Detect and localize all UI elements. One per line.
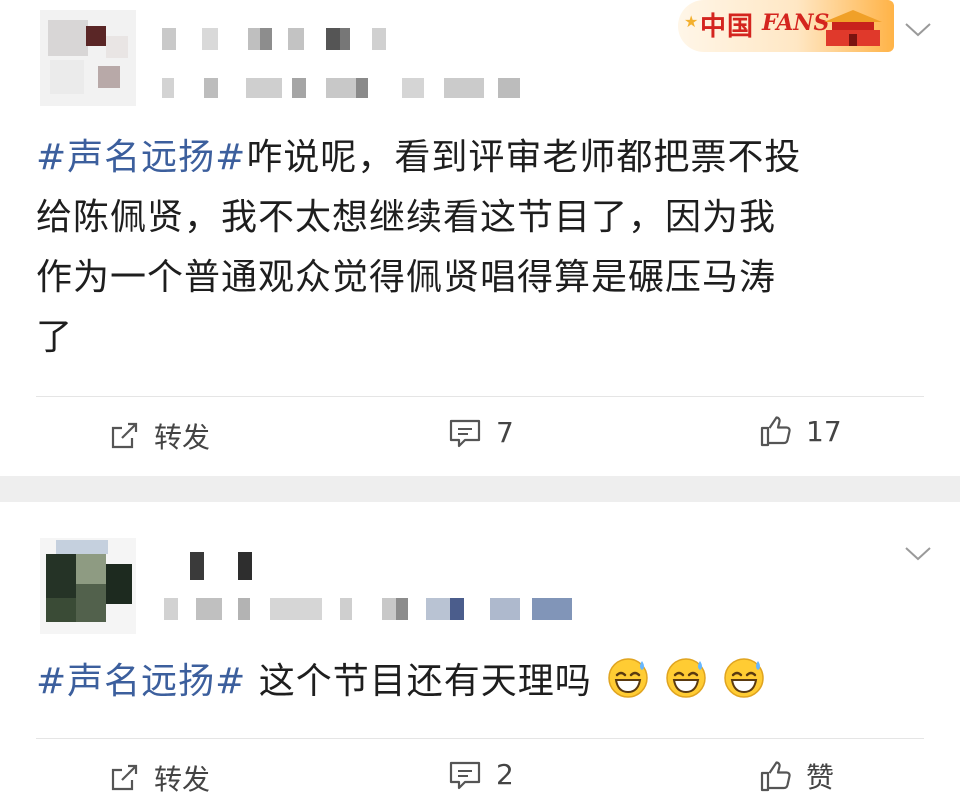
like-count: 17: [806, 414, 842, 448]
badge-cn-text: 中国: [700, 12, 755, 42]
comment-icon: [449, 761, 481, 789]
repost-button[interactable]: 转发: [108, 416, 210, 456]
post-text-line: 咋说呢，看到评审老师都把票不投: [246, 137, 802, 178]
weibo-post-1: ★ 中国 FANS #声名远扬#咋说呢，看到评审老师都把票不投 给陈佩贤，我不太…: [0, 0, 960, 476]
repost-icon: [111, 764, 138, 791]
hashtag-link[interactable]: #声名远扬#: [36, 137, 246, 178]
hashtag-link[interactable]: #声名远扬#: [36, 661, 246, 702]
comment-button[interactable]: 7: [448, 416, 514, 449]
divider: [36, 396, 924, 397]
repost-label: 转发: [154, 421, 211, 454]
grinning-sweat-emoji-icon: [724, 658, 764, 698]
star-icon: ★: [684, 12, 699, 31]
post-text-content: 这个节目还有天理吗: [246, 661, 592, 702]
comment-count: 7: [496, 416, 514, 449]
post-separator: [0, 476, 960, 502]
china-fans-badge[interactable]: ★ 中国 FANS: [678, 0, 894, 52]
weibo-post-2: #声名远扬# 这个节目还有天理吗 转发 2 赞: [0, 502, 960, 802]
comment-button[interactable]: 2: [448, 758, 514, 791]
username-pixelated[interactable]: [190, 552, 252, 580]
like-button[interactable]: 赞: [758, 756, 834, 796]
chevron-down-icon[interactable]: [904, 546, 932, 562]
post-text: #声名远扬# 这个节目还有天理吗: [36, 652, 916, 712]
repost-label: 转发: [154, 763, 211, 796]
post-meta-pixelated: [162, 78, 520, 98]
thumbs-up-icon: [760, 416, 791, 447]
badge-fans-text: FANS: [762, 10, 830, 36]
post-text-line: 作为一个普通观众觉得佩贤唱得算是碾压马涛: [36, 257, 777, 298]
grinning-sweat-emoji-icon: [666, 658, 706, 698]
post-text: #声名远扬#咋说呢，看到评审老师都把票不投 给陈佩贤，我不太想继续看这节目了，因…: [36, 128, 916, 368]
grinning-sweat-emoji-icon: [608, 658, 648, 698]
username-pixelated[interactable]: [162, 28, 386, 50]
avatar[interactable]: [40, 10, 136, 106]
like-button[interactable]: 17: [758, 414, 842, 448]
chevron-down-icon[interactable]: [904, 22, 932, 38]
comment-count: 2: [496, 758, 514, 791]
post-meta-pixelated: [164, 598, 572, 620]
post-text-line: 了: [36, 317, 74, 358]
thumbs-up-icon: [760, 761, 791, 792]
avatar[interactable]: [40, 538, 136, 634]
tiananmen-icon: [824, 10, 882, 46]
post-text-line: 给陈佩贤，我不太想继续看这节目了，因为我: [36, 197, 777, 238]
repost-button[interactable]: 转发: [108, 758, 210, 798]
like-label: 赞: [806, 761, 835, 794]
divider: [36, 738, 924, 739]
repost-icon: [111, 422, 138, 449]
comment-icon: [449, 419, 481, 447]
